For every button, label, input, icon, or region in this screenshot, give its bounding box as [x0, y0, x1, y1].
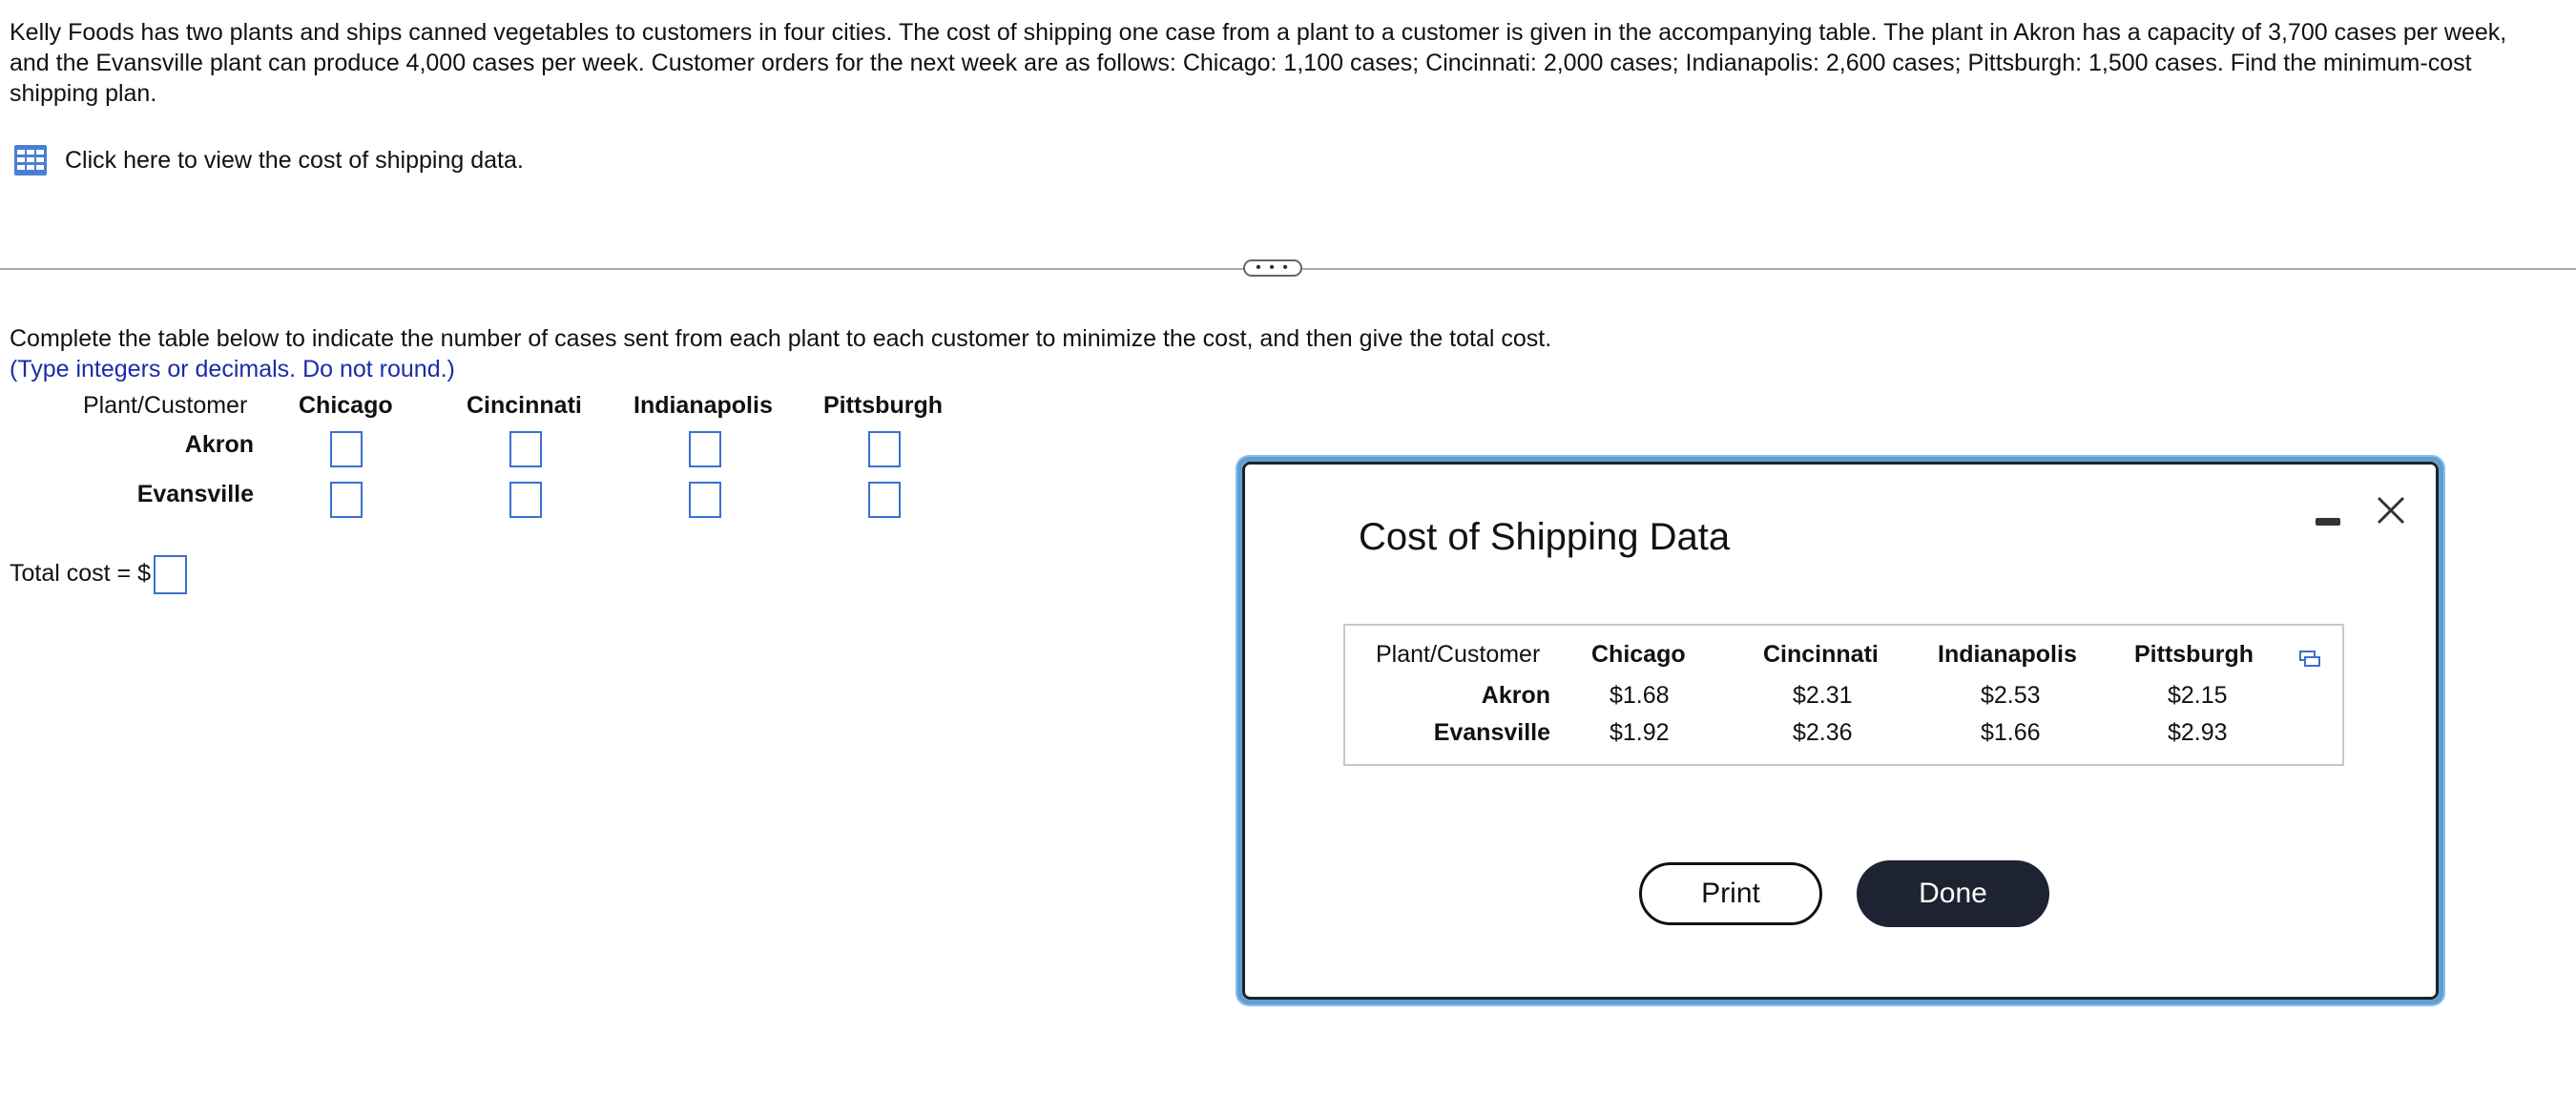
- problem-statement: Kelly Foods has two plants and ships can…: [10, 19, 2507, 107]
- view-shipping-data-label: Click here to view the cost of shipping …: [65, 147, 524, 174]
- cost-akron-chicago: $1.68: [1610, 682, 1670, 709]
- akron-indianapolis-input[interactable]: [689, 431, 721, 467]
- minimize-icon: [2316, 518, 2340, 526]
- table-grid-icon: [14, 145, 47, 176]
- evansville-pittsburgh-input[interactable]: [868, 482, 901, 518]
- cost-table-corner-header: Plant/Customer: [1376, 641, 1541, 668]
- evansville-indianapolis-input[interactable]: [689, 482, 721, 518]
- answer-format-hint: (Type integers or decimals. Do not round…: [10, 356, 455, 382]
- shipping-data-dialog: Cost of Shipping Data Plant/Customer Chi…: [1237, 457, 2443, 1004]
- close-icon[interactable]: [2375, 494, 2407, 527]
- cost-col-header-indianapolis: Indianapolis: [1938, 641, 2077, 668]
- answer-col-header-indianapolis: Indianapolis: [634, 392, 773, 419]
- evansville-chicago-input[interactable]: [330, 482, 363, 518]
- cost-col-header-cincinnati: Cincinnati: [1763, 641, 1879, 668]
- akron-cincinnati-input[interactable]: [509, 431, 542, 467]
- answer-col-header-chicago: Chicago: [299, 392, 393, 419]
- cost-col-header-pittsburgh: Pittsburgh: [2134, 641, 2254, 668]
- cost-row-label-evansville: Evansville: [1433, 719, 1550, 746]
- answer-row-label-akron: Akron: [184, 431, 254, 458]
- divider-expand-handle[interactable]: • • •: [1243, 259, 1302, 277]
- cost-akron-cincinnati: $2.31: [1793, 682, 1853, 709]
- dialog-title: Cost of Shipping Data: [1359, 516, 1731, 558]
- cost-col-header-chicago: Chicago: [1591, 641, 1686, 668]
- answer-table-corner-header: Plant/Customer: [83, 392, 248, 419]
- cost-evansville-cincinnati: $2.36: [1793, 719, 1853, 746]
- cost-row-label-akron: Akron: [1481, 682, 1550, 709]
- done-button[interactable]: Done: [1857, 860, 2049, 927]
- evansville-cincinnati-input[interactable]: [509, 482, 542, 518]
- cost-evansville-indianapolis: $1.66: [1981, 719, 2041, 746]
- akron-pittsburgh-input[interactable]: [868, 431, 901, 467]
- cost-evansville-pittsburgh: $2.93: [2168, 719, 2228, 746]
- minimize-button[interactable]: [2315, 506, 2343, 534]
- shipping-cost-table: Plant/Customer Chicago Cincinnati Indian…: [1343, 624, 2344, 766]
- total-cost-input[interactable]: [154, 555, 187, 594]
- view-shipping-data-link[interactable]: Click here to view the cost of shipping …: [13, 143, 524, 177]
- total-cost-label: Total cost = $: [10, 560, 151, 587]
- answer-row-label-evansville: Evansville: [136, 481, 254, 507]
- question-instructions: Complete the table below to indicate the…: [10, 325, 1552, 352]
- cost-akron-indianapolis: $2.53: [1981, 682, 2041, 709]
- cost-akron-pittsburgh: $2.15: [2168, 682, 2228, 709]
- print-button[interactable]: Print: [1639, 862, 1822, 925]
- cost-evansville-chicago: $1.92: [1610, 719, 1670, 746]
- answer-col-header-pittsburgh: Pittsburgh: [823, 392, 943, 419]
- answer-col-header-cincinnati: Cincinnati: [467, 392, 582, 419]
- expand-table-icon[interactable]: [2298, 647, 2321, 670]
- akron-chicago-input[interactable]: [330, 431, 363, 467]
